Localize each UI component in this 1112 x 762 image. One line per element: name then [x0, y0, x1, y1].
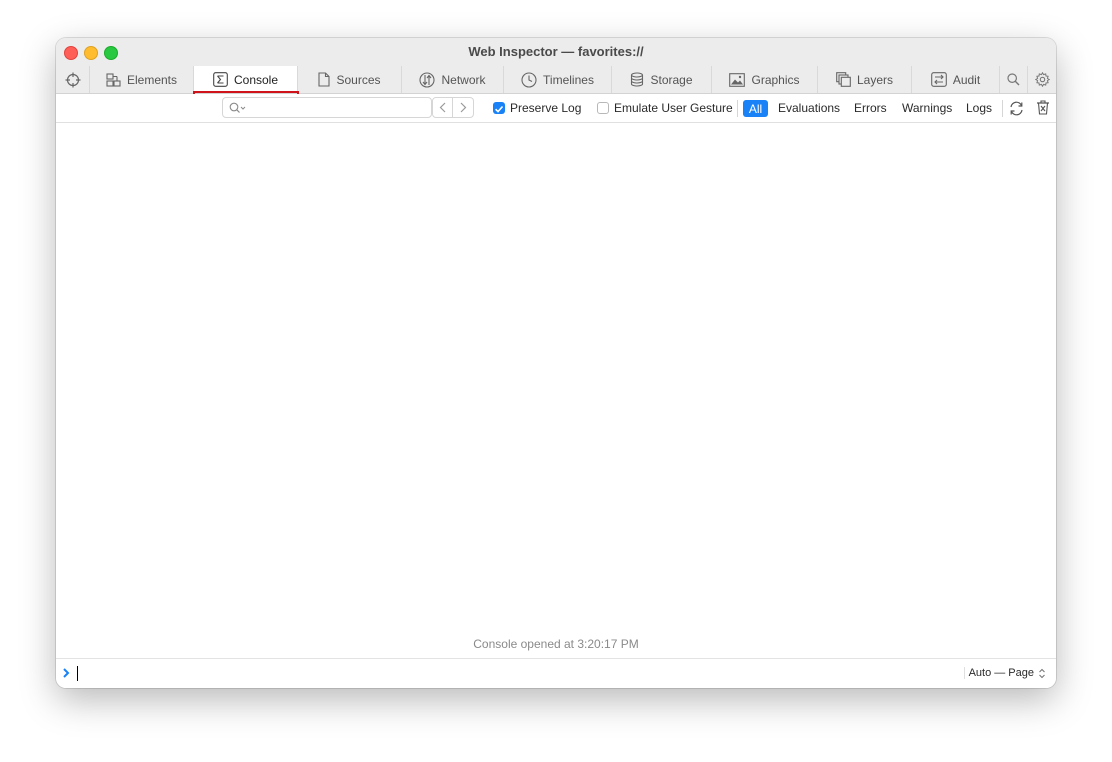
preserve-log-checkbox[interactable]: [493, 102, 505, 114]
execution-context-selector[interactable]: Auto — Page: [963, 667, 1046, 679]
tab-label: Layers: [856, 72, 894, 87]
tab-label: Network: [441, 72, 486, 87]
gear-icon: [1034, 72, 1050, 87]
elements-icon: [106, 72, 121, 87]
trash-icon: [1037, 100, 1049, 115]
tab-network[interactable]: Network: [402, 66, 504, 93]
next-match-button[interactable]: [453, 97, 474, 118]
crosshair-icon: [65, 72, 80, 87]
tab-label: Sources: [336, 72, 381, 87]
filter-all-button[interactable]: All: [743, 100, 768, 117]
tab-label: Storage: [650, 72, 693, 87]
tab-label: Audit: [952, 72, 981, 87]
filter-logs-button[interactable]: Logs: [966, 101, 992, 115]
tab-sources[interactable]: Sources: [298, 66, 402, 93]
settings-button[interactable]: [1028, 66, 1056, 93]
chevron-right-icon: [460, 102, 466, 113]
tab-console[interactable]: Console: [194, 66, 298, 93]
filter-errors-button[interactable]: Errors: [854, 101, 887, 115]
console-icon: [213, 72, 228, 87]
console-toolbar: Preserve Log Emulate User Gesture All Ev…: [56, 94, 1056, 123]
title-bar: Web Inspector — favorites://: [56, 38, 1056, 66]
tab-graphics[interactable]: Graphics: [712, 66, 818, 93]
tab-label: Graphics: [751, 72, 800, 87]
console-prompt[interactable]: Auto — Page: [56, 658, 1056, 688]
tab-elements[interactable]: Elements: [90, 66, 194, 93]
checkmark-icon: [495, 105, 504, 113]
tab-layers[interactable]: Layers: [818, 66, 912, 93]
search-tab-button[interactable]: [1000, 66, 1028, 93]
window-title: Web Inspector — favorites://: [468, 44, 644, 59]
preserve-log-label[interactable]: Preserve Log: [510, 101, 581, 115]
emulate-user-gesture-checkbox[interactable]: [597, 102, 609, 114]
storage-icon: [631, 72, 644, 87]
tab-label: Timelines: [543, 72, 594, 87]
clear-log-button[interactable]: [1036, 100, 1052, 116]
tab-timelines[interactable]: Timelines: [504, 66, 612, 93]
emulate-user-gesture-label[interactable]: Emulate User Gesture: [614, 101, 733, 115]
text-caret: [77, 666, 78, 681]
toolbar-divider: [1002, 100, 1003, 117]
search-input[interactable]: [249, 100, 433, 117]
chevron-left-icon: [439, 102, 446, 113]
execution-context-label: Auto — Page: [968, 667, 1034, 679]
audit-icon: [930, 72, 947, 87]
graphics-icon: [729, 72, 746, 87]
web-inspector-window: Web Inspector — favorites:// Elements Co…: [56, 38, 1056, 688]
layers-icon: [836, 72, 851, 87]
up-down-chevron-icon: [1039, 668, 1045, 678]
console-filter-search[interactable]: [222, 97, 433, 118]
sources-icon: [318, 72, 331, 87]
reload-icon: [1010, 101, 1023, 116]
tab-bar: Elements Console Sources Network Timelin…: [56, 66, 1056, 125]
tab-audit[interactable]: Audit: [912, 66, 1000, 93]
filter-evaluations-button[interactable]: Evaluations: [778, 101, 840, 115]
prompt-chevron-icon: [63, 668, 70, 678]
toolbar-divider: [737, 100, 738, 117]
tab-label: Console: [233, 72, 279, 87]
element-picker-button[interactable]: [56, 66, 90, 93]
tab-storage[interactable]: Storage: [612, 66, 712, 93]
console-messages-area: Console opened at 3:20:17 PM: [56, 123, 1056, 658]
search-icon: [1007, 73, 1020, 86]
tab-label: Elements: [126, 72, 178, 87]
search-filter-icon: [229, 102, 246, 113]
network-icon: [419, 71, 436, 88]
timelines-icon: [521, 71, 537, 88]
previous-match-button[interactable]: [432, 97, 453, 118]
console-opened-message: Console opened at 3:20:17 PM: [473, 637, 639, 651]
reload-button[interactable]: [1008, 100, 1026, 118]
filter-warnings-button[interactable]: Warnings: [902, 101, 952, 115]
